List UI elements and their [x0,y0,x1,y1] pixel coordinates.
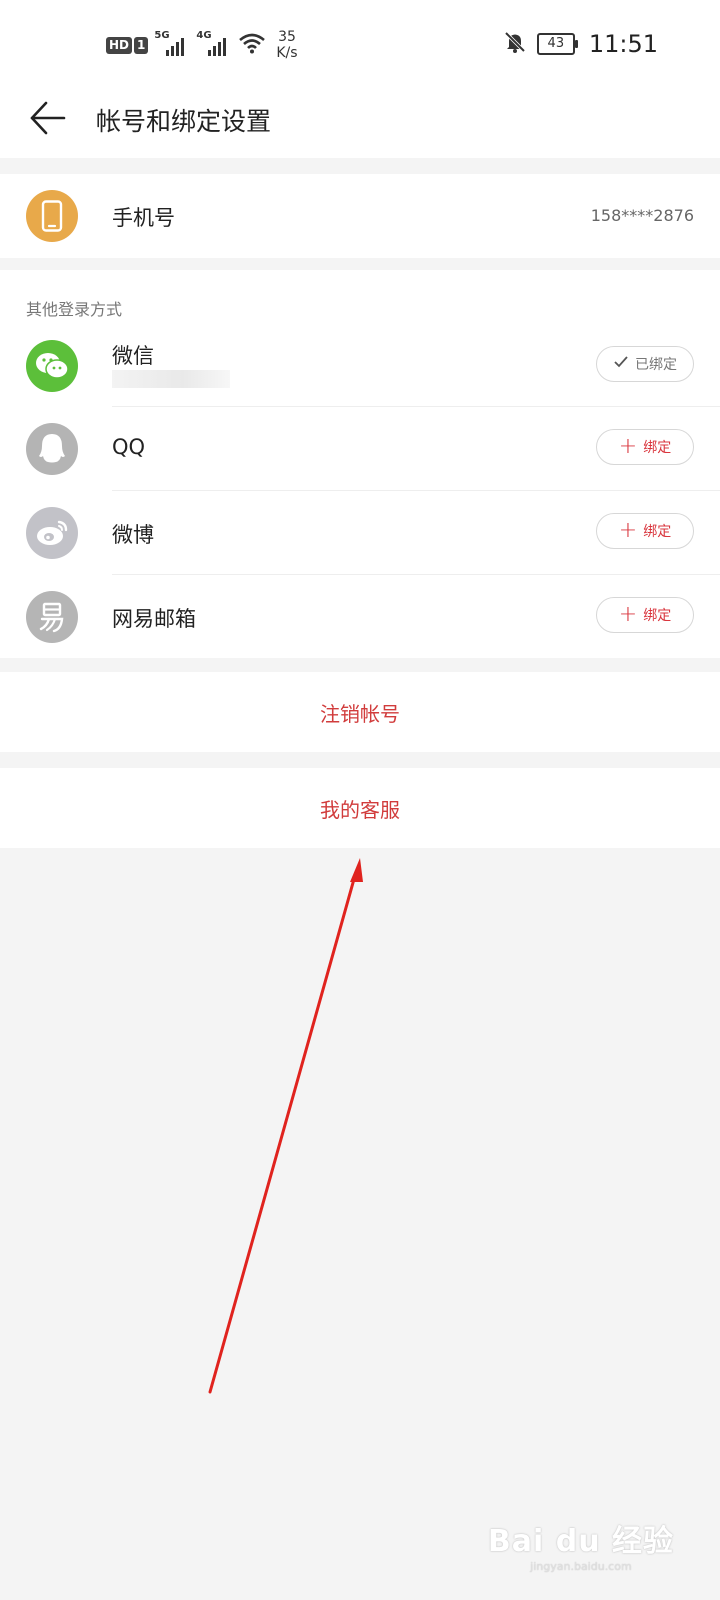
login-label: 网易邮箱 [112,607,196,631]
customer-service-label: 我的客服 [320,797,400,822]
top-app-bar: 帐号和绑定设置 [0,90,720,158]
deregister-label: 注销帐号 [320,701,400,726]
phone-label: 手机号 [112,206,175,230]
login-item-wechat: 微信 已绑定 [0,324,720,408]
login-label: 微博 [112,523,154,547]
signal-icon: 5G [154,30,190,58]
hd-badge: HD [106,36,133,54]
wechat-icon [26,340,78,392]
battery-icon: 43 [536,33,578,55]
bound-button[interactable]: 已绑定 [596,346,694,382]
bind-status: 已绑定 [635,357,677,373]
deregister-account-button[interactable]: 注销帐号 [0,672,720,752]
phone-row[interactable]: 手机号 158****2876 [0,174,720,258]
login-label: QQ [112,435,146,459]
signal-icon: 4G [196,30,232,58]
page-title: 帐号和绑定设置 [96,107,272,136]
arrow-left-icon [28,101,68,142]
section-label: 其他登录方式 [26,300,123,319]
blurred-nickname [112,370,230,388]
other-logins-card: 其他登录方式 微信 已绑定 QQ + 绑定 微博 + 绑定 网易邮箱 + 绑定 [0,270,720,658]
login-label: 微信 [112,344,154,368]
wifi-icon [238,32,266,58]
plus-icon: + [618,518,638,543]
mute-bell-icon [503,30,527,58]
plus-icon: + [618,434,638,459]
status-bar: HD 1 5G 4G 35 K/s 43 11:51 [0,0,720,90]
customer-service-button[interactable]: 我的客服 [0,768,720,848]
login-item-qq: QQ + 绑定 [0,407,720,491]
netease-mail-icon [26,591,78,643]
bind-label: 绑定 [643,608,672,624]
back-button[interactable] [28,98,68,138]
bind-button[interactable]: + 绑定 [596,429,694,465]
speed-value: 35 [278,29,296,45]
sim-badge: 1 [134,36,149,54]
watermark-text: Bai du 经验 [487,1524,674,1559]
status-left: HD 1 5G 4G 35 K/s [106,28,298,62]
login-item-weibo: 微博 + 绑定 [0,491,720,575]
check-icon [613,355,629,373]
phone-number: 158****2876 [590,206,694,225]
bind-button[interactable]: + 绑定 [596,513,694,549]
clock: 11:51 [588,30,658,58]
bind-label: 绑定 [643,440,672,456]
baidu-jingyan-watermark: Bai du 经验 jingyan.baidu.com [488,1516,674,1573]
bind-label: 绑定 [643,524,672,540]
phone-card: 手机号 158****2876 [0,174,720,258]
plus-icon: + [618,602,638,627]
watermark-sub: jingyan.baidu.com [530,1560,632,1573]
hd-indicator: HD 1 [106,36,149,54]
network-speed: 35 K/s [276,29,297,61]
qq-icon [26,423,78,475]
weibo-icon [26,507,78,559]
speed-unit: K/s [276,45,298,61]
smartphone-icon [26,190,78,242]
login-item-netease-mail: 网易邮箱 + 绑定 [0,575,720,659]
bind-button[interactable]: + 绑定 [596,597,694,633]
status-right: 43 11:51 [503,30,658,58]
